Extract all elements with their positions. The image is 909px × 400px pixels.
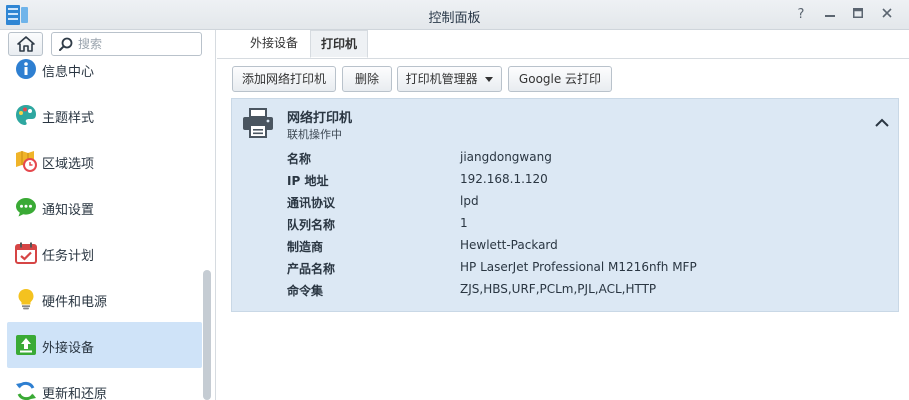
sidebar-item-info-center[interactable]: 信息中心	[7, 46, 202, 92]
detail-value: Hewlett-Packard	[460, 238, 558, 252]
maximize-icon	[853, 8, 863, 18]
sidebar-item-update-restore[interactable]: 更新和还原	[7, 368, 202, 400]
detail-value: jiangdongwang	[460, 150, 552, 164]
detail-key: 队列名称	[287, 218, 336, 232]
sidebar-item-task-scheduler[interactable]: 任务计划	[7, 230, 202, 276]
sidebar-item-label: 区域选项	[42, 157, 95, 172]
sidebar-item-label: 通知设置	[42, 203, 95, 218]
detail-value: lpd	[460, 194, 479, 208]
detail-key: IP 地址	[287, 174, 329, 188]
palette-icon	[16, 105, 36, 125]
upload-icon	[16, 335, 36, 355]
minimize-button[interactable]	[820, 5, 840, 25]
detail-row-queue: 队列名称 1	[287, 216, 887, 236]
sidebar-item-hardware-power[interactable]: 硬件和电源	[7, 276, 202, 322]
minimize-icon	[825, 15, 835, 17]
tab-printer[interactable]: 打印机	[310, 30, 368, 58]
detail-row-command-set: 命令集 ZJS,HBS,URF,PCLm,PJL,ACL,HTTP	[287, 282, 887, 302]
add-network-printer-button[interactable]: 添加网络打印机	[232, 66, 336, 92]
sidebar-item-theme[interactable]: 主题样式	[7, 92, 202, 138]
chevron-down-icon	[485, 77, 494, 82]
detail-key: 产品名称	[287, 262, 336, 276]
printer-icon	[243, 108, 273, 138]
detail-value: HP LaserJet Professional M1216nfh MFP	[460, 260, 697, 274]
delete-button[interactable]: 删除	[342, 66, 392, 92]
detail-value: ZJS,HBS,URF,PCLm,PJL,ACL,HTTP	[460, 282, 657, 296]
detail-value: 1	[460, 216, 468, 230]
sidebar-item-external-devices[interactable]: 外接设备	[7, 322, 202, 368]
sidebar-item-notification[interactable]: 通知设置	[7, 184, 202, 230]
detail-value: 192.168.1.120	[460, 172, 548, 186]
sidebar-item-label: 外接设备	[42, 341, 95, 356]
printer-name: 网络打印机	[287, 111, 353, 126]
printer-panel[interactable]: 网络打印机 联机操作中 名称 jiangdongwang IP 地址 192.1…	[231, 98, 899, 312]
detail-row-name: 名称 jiangdongwang	[287, 150, 887, 170]
region-clock-icon	[16, 151, 37, 172]
detail-key: 命令集	[287, 284, 324, 298]
detail-key: 制造商	[287, 240, 324, 254]
tab-divider	[217, 58, 909, 59]
sidebar-scrollbar[interactable]	[203, 270, 211, 400]
title-bar: 控制面板 ?	[0, 0, 909, 30]
detail-row-protocol: 通讯协议 lpd	[287, 194, 887, 214]
sidebar-item-label: 硬件和电源	[42, 295, 108, 310]
detail-row-product: 产品名称 HP LaserJet Professional M1216nfh M…	[287, 260, 887, 280]
google-cloud-print-button[interactable]: Google 云打印	[508, 66, 612, 92]
detail-key: 名称	[287, 152, 312, 166]
close-button[interactable]	[877, 5, 897, 25]
printer-manager-dropdown[interactable]: 打印机管理器	[397, 66, 502, 92]
detail-row-ip: IP 地址 192.168.1.120	[287, 172, 887, 192]
sidebar-item-label: 主题样式	[42, 111, 95, 126]
detail-row-manufacturer: 制造商 Hewlett-Packard	[287, 238, 887, 258]
sidebar-item-region[interactable]: 区域选项	[7, 138, 202, 184]
sidebar: 信息中心 主题样式 区域选项 通知设置	[0, 30, 216, 400]
sidebar-item-label: 更新和还原	[42, 387, 108, 400]
printer-manager-label: 打印机管理器	[405, 72, 478, 86]
detail-key: 通讯协议	[287, 196, 336, 210]
calendar-check-icon	[15, 242, 37, 264]
printer-status: 联机操作中	[287, 128, 342, 141]
chevron-up-icon[interactable]	[872, 113, 892, 133]
help-button[interactable]: ?	[791, 5, 811, 25]
lightbulb-icon	[18, 289, 34, 310]
sidebar-item-label: 任务计划	[42, 249, 95, 264]
tab-external-devices[interactable]: 外接设备	[238, 30, 310, 58]
close-icon	[882, 8, 892, 18]
window-title: 控制面板	[428, 11, 481, 26]
sidebar-item-label: 信息中心	[42, 65, 95, 80]
info-icon	[16, 59, 36, 79]
maximize-button[interactable]	[848, 5, 868, 25]
refresh-icon	[16, 381, 36, 400]
chat-bubble-icon	[16, 198, 36, 217]
